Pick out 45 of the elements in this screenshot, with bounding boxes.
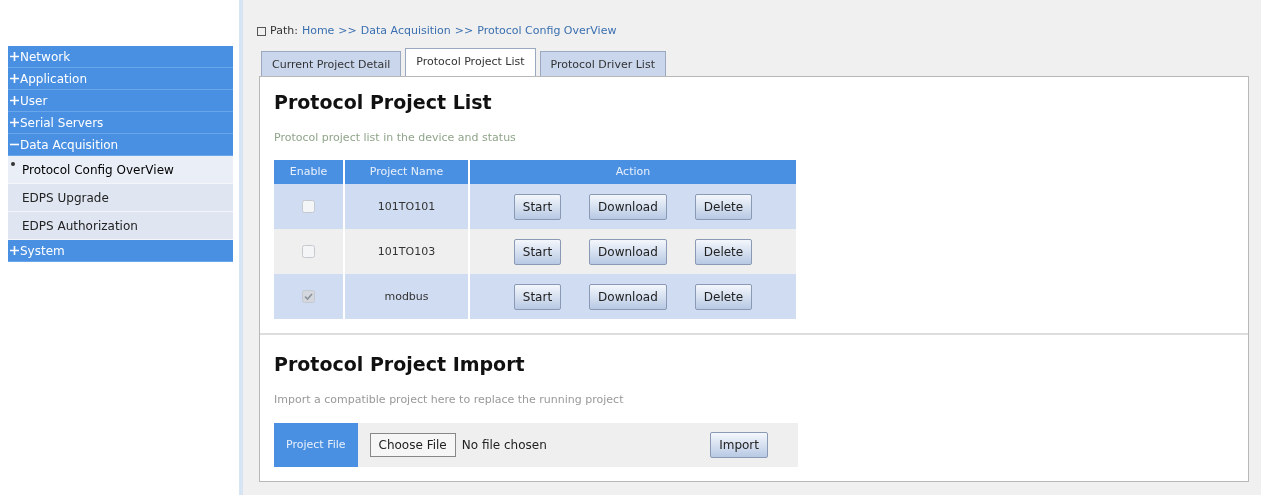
section-title: Protocol Project List [274,91,493,114]
column-header: Project Name [344,160,469,185]
section-title: Protocol Project Import [274,353,526,377]
tab[interactable]: Protocol Project List [405,48,536,76]
menu-item[interactable]: Protocol Config OverView [8,156,233,184]
action-button[interactable]: Start [513,238,562,265]
enable-checkbox[interactable] [302,290,315,304]
menu-item[interactable]: EDPS Upgrade [8,184,233,212]
action-button[interactable]: Delete [694,193,753,220]
action-button[interactable]: Download [589,193,667,220]
menu-item[interactable]: EDPS Authorization [8,212,233,240]
breadcrumb-separator: >> [338,22,357,39]
table-cell: 101TO101 [344,184,469,230]
tab[interactable]: Current Project Detail [261,51,402,76]
choose-file-button[interactable]: Choose File [369,432,456,457]
plus-icon [10,96,19,105]
path-label: Path: [270,22,298,39]
plus-icon [10,118,19,127]
action-button[interactable]: Start [513,283,562,310]
section-subtitle: Import a compatible project here to replace the running project [274,392,625,409]
section-subtitle: Protocol project list in the device and status [274,129,517,146]
breadcrumb-link[interactable]: Protocol Config OverView [477,22,617,40]
table-cell: 101TO103 [344,229,469,275]
plus-icon [10,74,19,83]
breadcrumb-link[interactable]: Home [301,22,335,40]
column-header: Enable [274,160,344,185]
breadcrumb-separator: >> [454,22,474,39]
column-header: Action [469,160,797,185]
action-button[interactable]: Download [589,238,667,265]
import-button[interactable]: Import [710,431,768,458]
action-button[interactable]: Download [589,283,667,310]
table-cell: modbus [344,274,469,320]
field-label: Project File [274,422,358,467]
enable-checkbox[interactable] [302,200,315,214]
bullet-icon [11,162,15,166]
breadcrumb-link[interactable]: Data Acquisition [360,22,451,40]
plus-icon [10,52,19,61]
square-icon [257,26,266,36]
file-status: No file chosen [461,436,547,454]
plus-icon [10,246,19,255]
tab[interactable]: Protocol Driver List [539,51,666,76]
action-button[interactable]: Delete [694,238,753,265]
enable-checkbox[interactable] [302,245,315,259]
action-button[interactable]: Start [513,193,562,220]
action-button[interactable]: Delete [694,283,753,310]
